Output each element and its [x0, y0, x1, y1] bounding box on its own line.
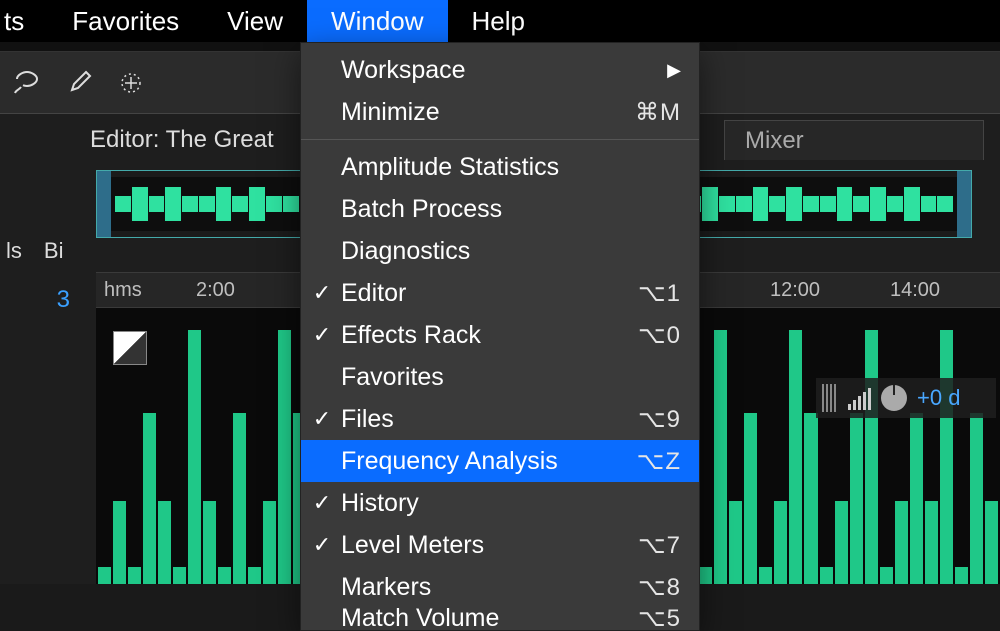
- menu-item-level-meters[interactable]: ✓ Level Meters ⌥7: [301, 524, 699, 566]
- menu-favorites[interactable]: Favorites: [48, 0, 203, 43]
- level-pan-widget[interactable]: +0 d: [816, 378, 996, 418]
- menu-shortcut: ⌥5: [638, 608, 681, 628]
- menu-item-minimize[interactable]: ✓ Minimize ⌘M: [301, 91, 699, 133]
- menu-view[interactable]: View: [203, 0, 307, 43]
- tab-mixer[interactable]: Mixer: [724, 120, 984, 160]
- menu-edits-trunc[interactable]: ts: [0, 0, 48, 43]
- editor-panel-title: Editor: The Great: [90, 126, 274, 154]
- check-icon: ✓: [311, 322, 333, 348]
- menu-item-label: Level Meters: [341, 531, 630, 560]
- check-icon: ✓: [311, 406, 333, 432]
- ruler-unit-hms: hms: [96, 279, 196, 302]
- menu-item-label: Workspace: [341, 56, 659, 85]
- menu-item-label: Amplitude Statistics: [341, 153, 681, 182]
- window-menu-dropdown: ✓ Workspace ▶ ✓ Minimize ⌘M ✓ Amplitude …: [300, 42, 700, 631]
- pan-knob[interactable]: [881, 385, 907, 411]
- left-sidebar: ls Bi 3: [0, 234, 80, 314]
- menu-item-label: Favorites: [341, 363, 681, 392]
- menu-item-label: Editor: [341, 279, 630, 308]
- check-icon: ✓: [311, 532, 333, 558]
- menu-item-effects-rack[interactable]: ✓ Effects Rack ⌥0: [301, 314, 699, 356]
- overview-handle-right[interactable]: [957, 171, 971, 237]
- menu-item-match-volume[interactable]: ✓ Match Volume ⌥5: [301, 608, 699, 628]
- sidebar-tab-left-trunc[interactable]: ls: [0, 234, 28, 268]
- overview-handle-left[interactable]: [97, 171, 111, 237]
- menu-item-label: Minimize: [341, 98, 627, 127]
- menu-separator: [301, 139, 699, 140]
- db-readout: +0 d: [917, 385, 960, 411]
- menu-item-frequency-analysis[interactable]: ✓ Frequency Analysis ⌥Z: [301, 440, 699, 482]
- menu-shortcut: ⌥8: [638, 573, 681, 602]
- menu-window[interactable]: Window: [307, 0, 447, 43]
- menu-item-label: Files: [341, 405, 630, 434]
- meter-icon: [822, 384, 838, 412]
- menu-shortcut: ⌥7: [638, 531, 681, 560]
- menu-item-label: Effects Rack: [341, 321, 630, 350]
- menu-item-favorites[interactable]: ✓ Favorites: [301, 356, 699, 398]
- submenu-arrow-icon: ▶: [667, 60, 681, 81]
- menu-item-label: Batch Process: [341, 195, 681, 224]
- sidebar-count: 3: [0, 268, 80, 314]
- ruler-tick-14: 14:00: [890, 279, 1000, 302]
- menu-item-label: Frequency Analysis: [341, 447, 629, 476]
- sidebar-tab-bi[interactable]: Bi: [38, 234, 70, 268]
- menu-item-label: Markers: [341, 573, 630, 602]
- menu-item-markers[interactable]: ✓ Markers ⌥8: [301, 566, 699, 608]
- menu-shortcut: ⌥9: [638, 405, 681, 434]
- menu-item-label: Match Volume: [341, 608, 630, 628]
- menubar: ts Favorites View Window Help: [0, 0, 1000, 42]
- menu-item-label: History: [341, 489, 681, 518]
- check-icon: ✓: [311, 280, 333, 306]
- menu-item-workspace[interactable]: ✓ Workspace ▶: [301, 49, 699, 91]
- volume-bars-icon: [848, 386, 871, 410]
- menu-item-amplitude-statistics[interactable]: ✓ Amplitude Statistics: [301, 146, 699, 188]
- heal-tool-icon[interactable]: [114, 66, 148, 100]
- menu-shortcut: ⌥1: [638, 279, 681, 308]
- menu-shortcut: ⌥0: [638, 321, 681, 350]
- menu-item-editor[interactable]: ✓ Editor ⌥1: [301, 272, 699, 314]
- ruler-tick-12: 12:00: [770, 279, 890, 302]
- menu-shortcut: ⌥Z: [637, 447, 681, 476]
- brush-tool-icon[interactable]: [62, 66, 96, 100]
- menu-item-label: Diagnostics: [341, 237, 681, 266]
- menu-item-batch-process[interactable]: ✓ Batch Process: [301, 188, 699, 230]
- lasso-tool-icon[interactable]: [10, 66, 44, 100]
- menu-item-diagnostics[interactable]: ✓ Diagnostics: [301, 230, 699, 272]
- menu-help[interactable]: Help: [448, 0, 549, 43]
- menu-shortcut: ⌘M: [635, 98, 681, 127]
- menu-item-files[interactable]: ✓ Files ⌥9: [301, 398, 699, 440]
- menu-item-history[interactable]: ✓ History: [301, 482, 699, 524]
- check-icon: ✓: [311, 490, 333, 516]
